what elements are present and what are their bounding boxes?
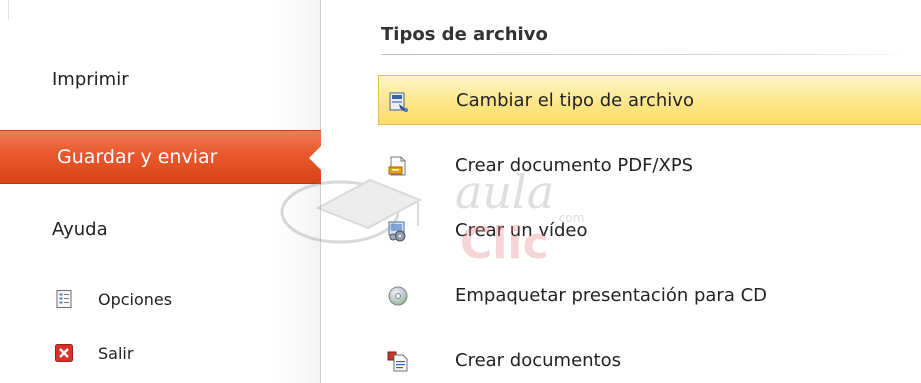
file-type-item-label: Crear un vídeo xyxy=(455,219,588,241)
nav-item-exit[interactable]: Salir xyxy=(0,339,321,367)
file-type-item-pdf-xps[interactable]: Crear documento PDF/XPS xyxy=(378,140,921,190)
nav-item-help[interactable]: Ayuda xyxy=(0,212,321,246)
cd-icon xyxy=(387,285,409,307)
file-type-item-label: Crear documento PDF/XPS xyxy=(455,154,694,176)
nav-item-save-and-send-label: Guardar y enviar xyxy=(57,146,218,168)
change-file-type-icon xyxy=(388,91,410,113)
nav-item-options-label: Opciones xyxy=(98,289,173,309)
nav-divider xyxy=(8,0,9,20)
section-title: Tipos de archivo xyxy=(381,24,548,45)
nav-item-help-label: Ayuda xyxy=(52,218,108,240)
exit-icon xyxy=(54,343,74,363)
nav-item-save-and-send[interactable]: Guardar y enviar xyxy=(0,130,322,184)
create-documents-icon xyxy=(387,350,409,372)
nav-item-options[interactable]: Opciones xyxy=(0,285,321,313)
pdf-document-icon xyxy=(387,155,409,177)
nav-item-print-label: Imprimir xyxy=(52,68,129,90)
section-divider xyxy=(381,54,921,55)
file-type-item-video[interactable]: Crear un vídeo xyxy=(378,205,921,255)
file-type-item-label: Empaquetar presentación para CD xyxy=(455,284,768,306)
options-icon xyxy=(54,289,74,309)
nav-item-print[interactable]: Imprimir xyxy=(0,62,321,96)
backstage-nav: Imprimir Guardar y enviar Ayuda Opciones xyxy=(0,0,322,383)
file-type-item-package-cd[interactable]: Empaquetar presentación para CD xyxy=(378,270,921,320)
save-and-send-panel: Tipos de archivo Cambiar el tipo de arch… xyxy=(321,0,921,383)
file-type-item-label: Crear documentos xyxy=(455,349,622,371)
file-type-item-create-documents[interactable]: Crear documentos xyxy=(378,335,921,383)
video-icon xyxy=(387,220,409,242)
nav-item-exit-label: Salir xyxy=(98,343,134,363)
file-type-item-label: Cambiar el tipo de archivo xyxy=(456,89,694,111)
file-type-item-change-type[interactable]: Cambiar el tipo de archivo xyxy=(378,75,921,125)
